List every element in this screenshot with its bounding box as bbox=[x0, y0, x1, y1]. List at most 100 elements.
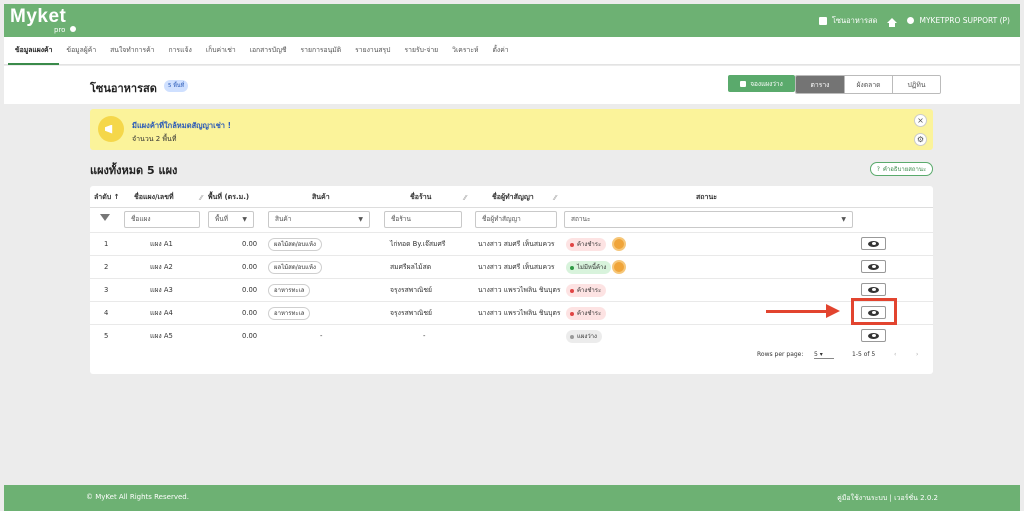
next-page-icon[interactable]: › bbox=[916, 351, 918, 358]
reserve-stall-button[interactable]: จองแผงว่าง bbox=[728, 75, 795, 92]
page-range: 1-5 of 5 bbox=[852, 351, 876, 358]
user-name: MYKETPRO SUPPORT (P) bbox=[919, 16, 1010, 25]
filter-icon[interactable] bbox=[100, 214, 110, 221]
eye-icon bbox=[868, 286, 879, 293]
nav-stalls[interactable]: ข้อมูลแผงค้า bbox=[8, 37, 60, 65]
row-product-chip: ผลไม้สด/อบแห้ง bbox=[268, 238, 322, 251]
user-menu[interactable]: MYKETPRO SUPPORT (P) bbox=[907, 16, 1010, 25]
status-badge: ค้างชำระ bbox=[566, 284, 607, 297]
nav-merchants[interactable]: ข้อมูลผู้ค้า bbox=[59, 37, 103, 65]
row-product: - bbox=[320, 332, 323, 340]
row-name: แผง A1 bbox=[150, 240, 173, 248]
col-contract[interactable]: ชื่อผู้ทำสัญญา bbox=[492, 186, 534, 208]
chevron-down-icon: ▼ bbox=[242, 216, 247, 223]
row-contract: นางสาว สมศรี เห็นสมควร bbox=[478, 240, 555, 248]
view-table-tab[interactable]: ตาราง bbox=[796, 76, 844, 93]
filter-name-input[interactable]: ชื่อแผง bbox=[124, 211, 200, 228]
status-badge: ค้างชำระ bbox=[566, 238, 607, 251]
status-help-button[interactable]: ? คำอธิบายสถานะ bbox=[870, 162, 933, 176]
view-details-button[interactable] bbox=[861, 329, 886, 342]
nav-interested[interactable]: สนใจทำการค้า bbox=[103, 37, 161, 65]
row-no: 4 bbox=[104, 309, 109, 317]
nav-accounting[interactable]: เอกสารบัญชี bbox=[243, 37, 294, 65]
status-badge: ไม่มีหนี้ค้าง bbox=[566, 261, 612, 274]
row-name: แผง A2 bbox=[150, 263, 173, 271]
chevron-down-icon: ▼ bbox=[841, 216, 846, 223]
gear-icon[interactable]: ⚙ bbox=[914, 133, 927, 146]
status-badge: ค้างชำระ bbox=[566, 307, 607, 320]
prev-page-icon[interactable]: ‹ bbox=[894, 351, 896, 358]
section-title: แผงทั้งหมด 5 แผง bbox=[90, 164, 178, 177]
help-icon: ? bbox=[876, 165, 880, 173]
view-toggle: ตาราง ผังตลาด ปฏิทิน bbox=[795, 75, 941, 94]
row-product-chip: ผลไม้สด/อบแห้ง bbox=[268, 261, 322, 274]
eye-icon bbox=[868, 332, 879, 339]
row-name: แผง A5 bbox=[150, 332, 173, 340]
alert-title[interactable]: มีแผงค้าที่ใกล้หมดสัญญาเช่า ! bbox=[132, 120, 231, 132]
rows-per-page-label: Rows per page: bbox=[757, 351, 804, 358]
col-product[interactable]: สินค้า bbox=[312, 186, 330, 208]
nav-summary[interactable]: รายงานสรุป bbox=[348, 37, 397, 65]
row-area: 0.00 bbox=[242, 309, 258, 317]
chevron-down-icon: ▼ bbox=[358, 216, 363, 223]
filter-shop-input[interactable]: ชื่อร้าน bbox=[384, 211, 462, 228]
home-button[interactable] bbox=[887, 18, 898, 27]
stalls-table: ลำดับ ↑ ชื่อแผง/เลขที่ ⁄⁄ พื้นที่ (ตร.ม.… bbox=[90, 186, 933, 374]
resize-handle-icon[interactable]: ⁄⁄ bbox=[464, 194, 466, 202]
row-product-chip: อาหารทะเล bbox=[268, 284, 311, 297]
nav-rent[interactable]: เก็บค่าเช่า bbox=[199, 37, 243, 65]
col-shop[interactable]: ชื่อร้าน bbox=[410, 186, 432, 208]
row-shop: จรุงรสพาณิชย์ bbox=[390, 309, 432, 317]
row-area: 0.00 bbox=[242, 240, 258, 248]
row-contract: นางสาว แพรวไพลิน ชินบุตร bbox=[478, 309, 561, 317]
col-status[interactable]: สถานะ bbox=[696, 186, 717, 208]
col-name[interactable]: ชื่อแผง/เลขที่ bbox=[134, 186, 174, 208]
app-frame: Myket pro โซนอาหารสด MYKETPRO SUPPORT (P… bbox=[0, 0, 1024, 511]
row-shop: สมศรีผลไม้สด bbox=[390, 263, 432, 271]
eye-icon bbox=[868, 240, 879, 247]
main-nav: ข้อมูลแผงค้า ข้อมูลผู้ค้า สนใจทำการค้า ก… bbox=[4, 37, 1020, 65]
view-map-tab[interactable]: ผังตลาด bbox=[844, 76, 892, 93]
view-details-button[interactable] bbox=[861, 237, 886, 250]
row-contract: นางสาว สมศรี เห็นสมควร bbox=[478, 263, 555, 271]
filter-area-select[interactable]: พื้นที่ ▼ bbox=[208, 211, 254, 228]
nav-settings[interactable]: ตั้งค่า bbox=[485, 37, 515, 65]
row-name: แผง A4 bbox=[150, 309, 173, 317]
row-area: 0.00 bbox=[242, 263, 258, 271]
contract-expiry-alert: มีแผงค้าที่ใกล้หมดสัญญาเช่า ! จำนวน 2 พื… bbox=[90, 109, 933, 150]
close-icon[interactable]: × bbox=[914, 114, 927, 127]
view-calendar-tab[interactable]: ปฏิทิน bbox=[892, 76, 940, 93]
nav-analytics[interactable]: วิเคราะห์ bbox=[445, 37, 485, 65]
row-no: 5 bbox=[104, 332, 109, 340]
filter-contract-input[interactable]: ชื่อผู้ทำสัญญา bbox=[475, 211, 557, 228]
col-area[interactable]: พื้นที่ (ตร.ม.) bbox=[208, 186, 250, 208]
payment-coin-icon[interactable] bbox=[612, 260, 626, 274]
top-bar: Myket pro โซนอาหารสด MYKETPRO SUPPORT (P… bbox=[4, 4, 1020, 37]
filter-status-select[interactable]: สถานะ ▼ bbox=[564, 211, 853, 228]
zone-label: โซนอาหารสด bbox=[831, 15, 878, 25]
zone-selector[interactable]: โซนอาหารสด bbox=[818, 15, 878, 27]
user-icon bbox=[907, 17, 915, 24]
row-no: 2 bbox=[104, 263, 109, 271]
filter-product-select[interactable]: สินค้า ▼ bbox=[268, 211, 370, 228]
resize-handle-icon[interactable]: ⁄⁄ bbox=[200, 194, 202, 202]
row-shop: - bbox=[423, 332, 426, 340]
resize-handle-icon[interactable]: ⁄⁄ bbox=[554, 194, 556, 202]
logo-dot-icon bbox=[70, 26, 76, 32]
app-logo-sub: pro bbox=[54, 26, 66, 34]
row-no: 3 bbox=[104, 286, 109, 294]
view-details-button[interactable] bbox=[861, 260, 886, 273]
nav-approvals[interactable]: รายการอนุมัติ bbox=[294, 37, 349, 65]
annotation-arrow-head bbox=[826, 304, 840, 318]
payment-coin-icon[interactable] bbox=[612, 237, 626, 251]
rows-per-page-select[interactable]: 5 ▾ bbox=[814, 351, 834, 359]
nav-income[interactable]: รายรับ-จ่าย bbox=[398, 37, 446, 65]
col-no[interactable]: ลำดับ ↑ bbox=[94, 186, 120, 208]
nav-notify[interactable]: การแจ้ง bbox=[162, 37, 199, 65]
app-logo: Myket bbox=[10, 6, 67, 27]
calendar-icon bbox=[740, 80, 747, 87]
view-details-button[interactable] bbox=[861, 283, 886, 296]
row-area: 0.00 bbox=[242, 332, 258, 340]
row-product-chip: อาหารทะเล bbox=[268, 307, 311, 320]
footer-links[interactable]: คู่มือใช้งานระบบ | เวอร์ชั่น 2.0.2 bbox=[837, 493, 938, 504]
